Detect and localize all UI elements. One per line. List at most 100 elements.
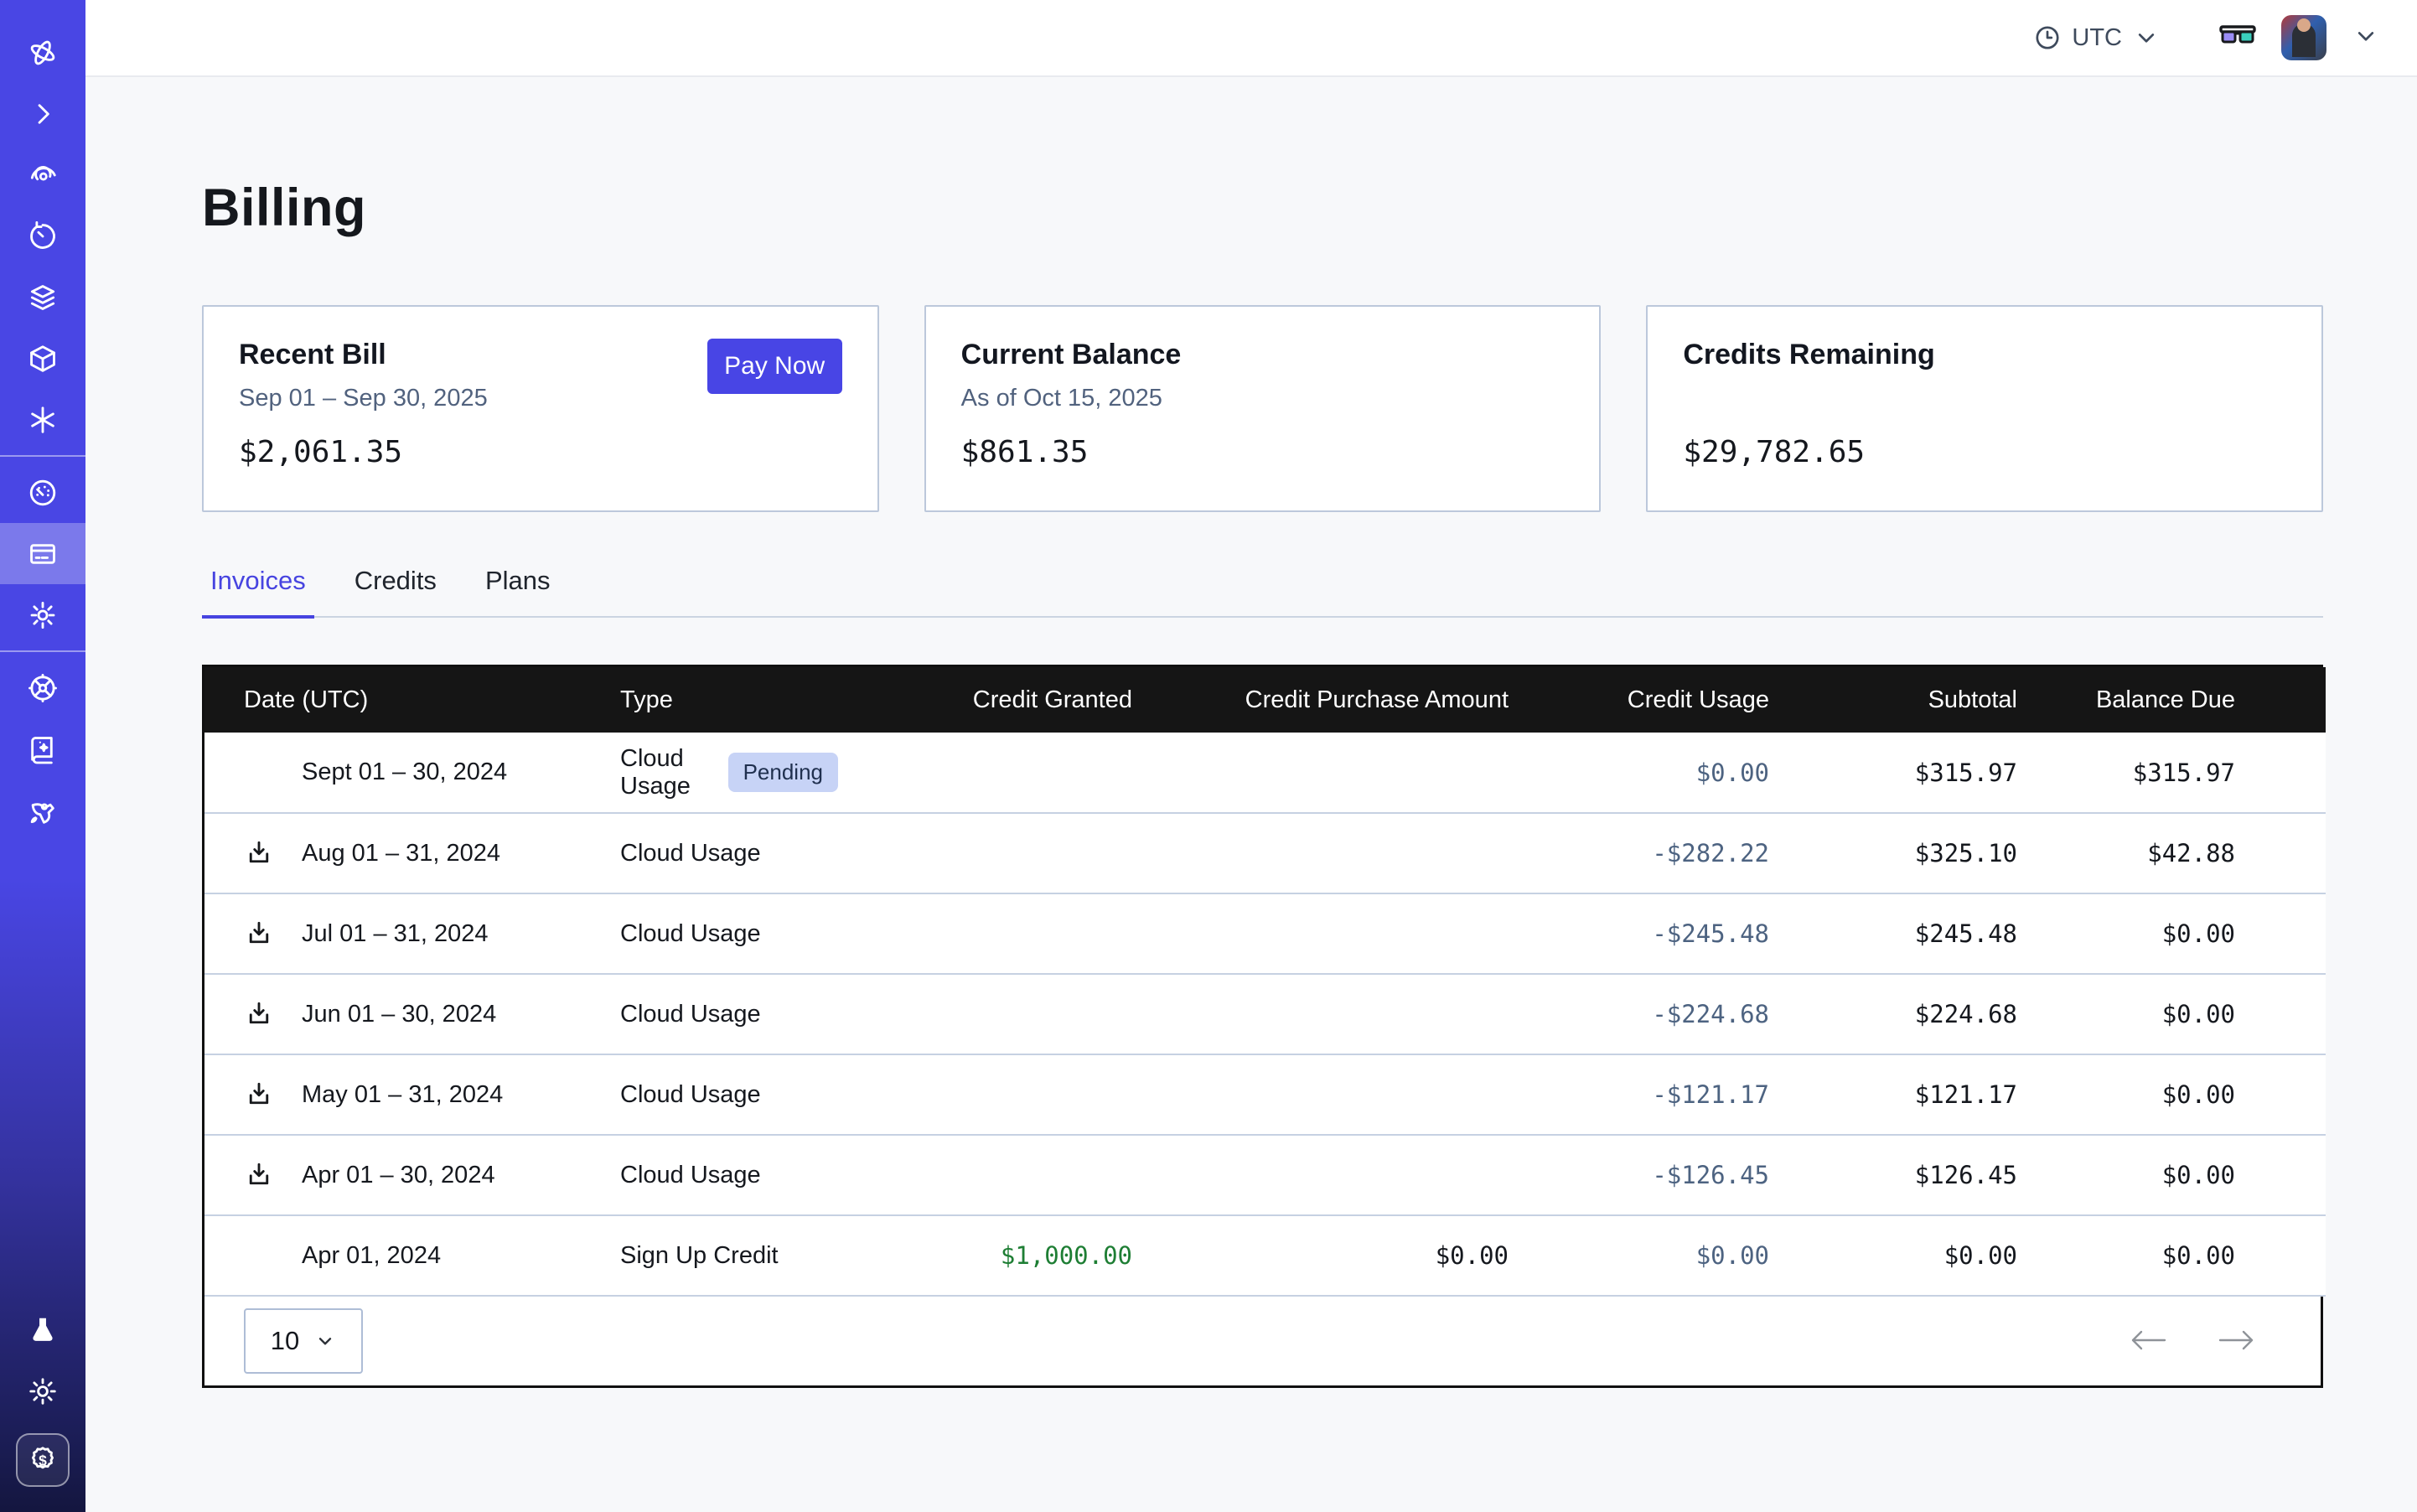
table-row: Jun 01 – 30, 2024 Cloud Usage -$224.68 $…: [204, 974, 2326, 1054]
col-credit-purchase-amount: Credit Purchase Amount: [1132, 667, 1509, 733]
credit-granted-value: [838, 813, 1132, 893]
tab-plans[interactable]: Plans: [477, 566, 559, 616]
table-footer: 10: [204, 1297, 2321, 1385]
svg-text:$: $: [39, 1452, 47, 1468]
cube-icon: [27, 343, 59, 375]
balance-due-value: $0.00: [2017, 1215, 2326, 1296]
arrow-left-icon: [2128, 1326, 2168, 1354]
invoice-date: May 01 – 31, 2024: [302, 1081, 503, 1109]
tab-credits[interactable]: Credits: [346, 566, 445, 616]
sidebar-item-theme[interactable]: [0, 1360, 85, 1421]
sidebar-item-traces[interactable]: [0, 144, 85, 205]
credit-usage-value: -$245.48: [1509, 893, 1769, 974]
pagination-controls: [2128, 1324, 2257, 1358]
subtotal-value: $315.97: [1769, 733, 2017, 813]
subtotal-value: $0.00: [1769, 1215, 2017, 1296]
usage-gauge-icon: [27, 477, 59, 509]
credit-purchase-value: [1132, 893, 1509, 974]
invoice-type: Cloud Usage: [620, 1001, 761, 1028]
docs-book-icon: [27, 733, 59, 765]
col-date: Date (UTC): [204, 667, 620, 733]
credit-purchase-value: $0.00: [1132, 1215, 1509, 1296]
sidebar-item-history[interactable]: [0, 205, 85, 267]
col-subtotal: Subtotal: [1769, 667, 2017, 733]
credits-remaining-amount: $29,782.65: [1683, 435, 2286, 469]
tab-invoices[interactable]: Invoices: [202, 566, 314, 616]
credit-purchase-value: [1132, 974, 1509, 1054]
credit-purchase-value: [1132, 1135, 1509, 1215]
download-invoice-button[interactable]: [244, 838, 274, 868]
sidebar-credits-button[interactable]: $: [16, 1433, 70, 1487]
download-invoice-button[interactable]: [244, 999, 274, 1029]
credit-usage-value: -$282.22: [1509, 813, 1769, 893]
credit-purchase-value: [1132, 733, 1509, 813]
sidebar-item-home[interactable]: [0, 22, 85, 83]
sidebar-item-functions[interactable]: [0, 389, 85, 450]
invoice-date: Apr 01 – 30, 2024: [302, 1162, 495, 1189]
credit-granted-value: [838, 1135, 1132, 1215]
sidebar-item-labs[interactable]: [0, 1299, 85, 1360]
next-page-button[interactable]: [2217, 1324, 2257, 1358]
sidebar-item-settings[interactable]: [0, 584, 85, 645]
col-type: Type: [620, 667, 838, 733]
user-avatar[interactable]: [2281, 15, 2326, 60]
download-invoice-button[interactable]: [244, 1080, 274, 1110]
sidebar-item-usage[interactable]: [0, 462, 85, 523]
download-icon: [244, 919, 274, 949]
logo-orbit-icon: [27, 37, 59, 69]
invoice-type: Cloud Usage: [620, 1081, 761, 1109]
user-menu-button[interactable]: [2352, 22, 2380, 54]
chevron-right-icon: [27, 98, 59, 130]
pay-now-button[interactable]: Pay Now: [707, 339, 842, 394]
sidebar-divider: [0, 650, 85, 652]
sidebar-item-models[interactable]: [0, 328, 85, 389]
invoice-date: Jul 01 – 31, 2024: [302, 920, 489, 948]
credit-granted-value: [838, 893, 1132, 974]
download-invoice-button[interactable]: [244, 919, 274, 949]
credit-usage-value: $0.00: [1509, 733, 1769, 813]
view-mode-button[interactable]: [2219, 22, 2256, 54]
clock-icon: [2033, 23, 2062, 52]
table-row: Apr 01, 2024 Sign Up Credit $1,000.00 $0…: [204, 1215, 2326, 1296]
page-title: Billing: [202, 178, 2323, 238]
previous-page-button[interactable]: [2128, 1324, 2168, 1358]
sidebar-item-support[interactable]: [0, 657, 85, 718]
summary-cards: Recent Bill Sep 01 – Sep 30, 2025 $2,061…: [202, 305, 2323, 512]
credits-remaining-card: Credits Remaining $29,782.65: [1646, 305, 2323, 512]
balance-due-value: $315.97: [2017, 733, 2326, 813]
support-wheel-icon: [27, 672, 59, 704]
col-credit-granted: Credit Granted: [838, 667, 1132, 733]
col-balance-due: Balance Due: [2017, 667, 2326, 733]
download-invoice-button[interactable]: [244, 1160, 274, 1190]
chevron-down-icon: [314, 1330, 336, 1352]
settings-gear-icon: [27, 599, 59, 631]
timezone-selector[interactable]: UTC: [2033, 23, 2161, 52]
sidebar-item-docs[interactable]: [0, 718, 85, 779]
credit-purchase-value: [1132, 813, 1509, 893]
invoice-type: Cloud Usage: [620, 920, 761, 948]
theme-sun-icon: [27, 1375, 59, 1407]
balance-due-value: $0.00: [2017, 974, 2326, 1054]
invoice-type: Cloud Usage: [620, 1162, 761, 1189]
3d-glasses-icon: [2219, 22, 2256, 50]
credit-purchase-value: [1132, 1054, 1509, 1135]
table-row: Apr 01 – 30, 2024 Cloud Usage -$126.45 $…: [204, 1135, 2326, 1215]
credit-granted-value: $1,000.00: [838, 1215, 1132, 1296]
sidebar-item-expand[interactable]: [0, 83, 85, 144]
card-title: Current Balance: [961, 339, 1565, 371]
sidebar-item-billing[interactable]: [0, 523, 85, 584]
history-timer-icon: [27, 220, 59, 252]
status-badge: Pending: [728, 753, 838, 792]
billing-credit-card-icon: [27, 538, 59, 570]
page-size-select[interactable]: 10: [244, 1308, 363, 1374]
current-balance-amount: $861.35: [961, 435, 1565, 469]
table-row: May 01 – 31, 2024 Cloud Usage -$121.17 $…: [204, 1054, 2326, 1135]
labs-flask-icon: [27, 1314, 59, 1346]
credit-usage-value: -$121.17: [1509, 1054, 1769, 1135]
invoice-date: Apr 01, 2024: [302, 1242, 441, 1270]
sidebar-item-layers[interactable]: [0, 267, 85, 328]
subtotal-value: $245.48: [1769, 893, 2017, 974]
sidebar-item-getting-started[interactable]: [0, 779, 85, 841]
col-credit-usage: Credit Usage: [1509, 667, 1769, 733]
page-size-value: 10: [271, 1326, 299, 1356]
